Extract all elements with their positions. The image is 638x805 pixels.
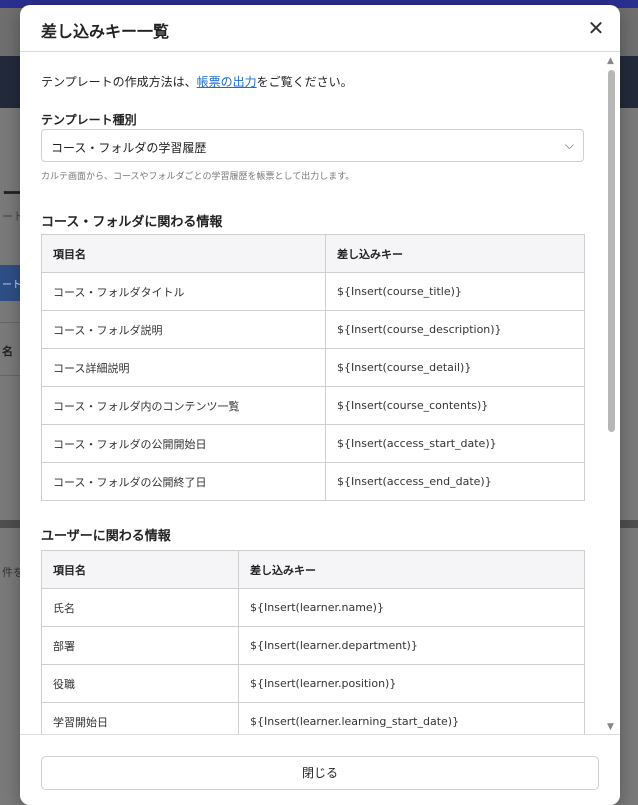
item-name-cell: コース詳細説明	[41, 348, 326, 387]
table-row: コース・フォルダの公開開始日 ${Insert(access_start_dat…	[41, 424, 585, 463]
template-type-value: コース・フォルダの学習履歴	[51, 141, 207, 155]
insert-key-cell: ${Insert(access_end_date)}	[325, 462, 585, 501]
chevron-down-icon: ⌵	[564, 138, 574, 152]
insert-key-cell: ${Insert(access_start_date)}	[325, 424, 585, 463]
insert-keys-modal: 差し込みキー一覧 ✕ テンプレートの作成方法は、帳票の出力をご覧ください。 テン…	[20, 5, 620, 805]
item-name-cell: 部署	[41, 626, 239, 665]
column-header-insert-key: 差し込みキー	[238, 550, 585, 589]
insert-key-cell: ${Insert(learner.department)}	[238, 626, 585, 665]
insert-key-cell: ${Insert(learner.name)}	[238, 588, 585, 627]
insert-key-cell: ${Insert(course_detail)}	[325, 348, 585, 387]
close-icon[interactable]: ✕	[584, 16, 608, 40]
insert-key-cell: ${Insert(course_description)}	[325, 310, 585, 349]
scrollbar-thumb[interactable]	[608, 70, 615, 432]
close-button[interactable]: 閉じる	[41, 756, 599, 790]
column-header-item-name: 項目名	[41, 234, 326, 273]
column-header-item-name: 項目名	[41, 550, 239, 589]
section-title-user: ユーザーに関わる情報	[41, 529, 171, 544]
section-title-course: コース・フォルダに関わる情報	[41, 215, 223, 230]
column-header-insert-key: 差し込みキー	[325, 234, 585, 273]
user-keys-table: 項目名 差し込みキー 氏名 ${Insert(learner.name)} 部署…	[41, 550, 585, 734]
background-divider	[0, 375, 22, 376]
modal-footer: 閉じる	[20, 734, 620, 805]
template-type-helper: カルテ画面から、コースやフォルダごとの学習履歴を帳票として出力します。	[41, 172, 355, 182]
template-type-select[interactable]: コース・フォルダの学習履歴 ⌵	[41, 129, 584, 162]
scroll-down-arrow-icon[interactable]: ▼	[607, 722, 614, 732]
course-keys-table: 項目名 差し込みキー コース・フォルダタイトル ${Insert(course_…	[41, 234, 585, 501]
table-row: コース・フォルダタイトル ${Insert(course_title)}	[41, 272, 585, 311]
background-button-fragment: ート	[2, 280, 22, 291]
table-row: 部署 ${Insert(learner.department)}	[41, 626, 585, 665]
table-row: コース・フォルダ内のコンテンツ一覧 ${Insert(course_conten…	[41, 386, 585, 425]
insert-key-cell: ${Insert(course_contents)}	[325, 386, 585, 425]
item-name-cell: コース・フォルダの公開開始日	[41, 424, 326, 463]
intro-suffix: をご覧ください。	[256, 75, 353, 89]
item-name-cell: コース・フォルダ内のコンテンツ一覧	[41, 386, 326, 425]
table-header-row: 項目名 差し込みキー	[41, 234, 585, 273]
modal-header: 差し込みキー一覧 ✕	[20, 5, 620, 52]
table-row: 役職 ${Insert(learner.position)}	[41, 664, 585, 703]
item-name-cell: 学習開始日	[41, 702, 239, 734]
table-row: コース・フォルダ説明 ${Insert(course_description)}	[41, 310, 585, 349]
insert-key-cell: ${Insert(learner.position)}	[238, 664, 585, 703]
background-column-fragment: 名	[2, 345, 13, 358]
item-name-cell: コース・フォルダタイトル	[41, 272, 326, 311]
item-name-cell: 役職	[41, 664, 239, 703]
modal-scrollbar[interactable]: ▲ ▼	[604, 52, 618, 734]
table-row: コース詳細説明 ${Insert(course_detail)}	[41, 348, 585, 387]
intro-text: テンプレートの作成方法は、帳票の出力をご覧ください。	[41, 73, 353, 90]
insert-key-cell: ${Insert(learner.learning_start_date)}	[238, 702, 585, 734]
item-name-cell: コース・フォルダの公開終了日	[41, 462, 326, 501]
report-output-link[interactable]: 帳票の出力	[197, 75, 257, 89]
table-row: コース・フォルダの公開終了日 ${Insert(access_end_date)…	[41, 462, 585, 501]
table-header-row: 項目名 差し込みキー	[41, 550, 585, 589]
insert-key-cell: ${Insert(course_title)}	[325, 272, 585, 311]
scroll-up-arrow-icon[interactable]: ▲	[607, 56, 614, 66]
modal-title: 差し込みキー一覧	[41, 22, 170, 41]
table-row: 氏名 ${Insert(learner.name)}	[41, 588, 585, 627]
intro-prefix: テンプレートの作成方法は、	[41, 75, 197, 89]
modal-body[interactable]: テンプレートの作成方法は、帳票の出力をご覧ください。 テンプレート種別 コース・…	[20, 52, 620, 734]
background-divider	[0, 322, 22, 323]
item-name-cell: 氏名	[41, 588, 239, 627]
template-type-label: テンプレート種別	[41, 113, 137, 127]
item-name-cell: コース・フォルダ説明	[41, 310, 326, 349]
table-row: 学習開始日 ${Insert(learner.learning_start_da…	[41, 702, 585, 734]
